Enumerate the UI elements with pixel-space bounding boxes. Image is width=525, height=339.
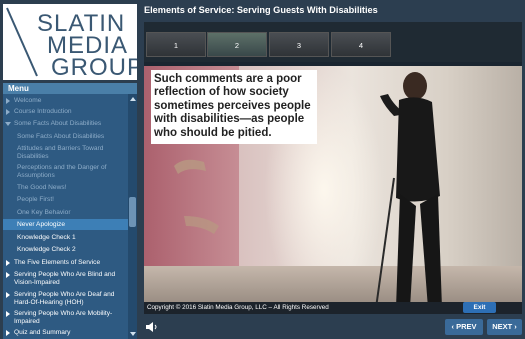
- menu-item-some-facts-section[interactable]: Some Facts About Disabilities: [3, 120, 128, 128]
- menu-item-welcome[interactable]: Welcome: [3, 97, 128, 105]
- menu-item-mobility-impaired[interactable]: Serving People Who Are Mobility-Impaired: [3, 310, 128, 325]
- slatin-media-group-logo: SLATIN MEDIA GROUP: [3, 4, 137, 80]
- copyright-text: Copyright © 2016 Slatin Media Group, LLC…: [147, 304, 329, 311]
- triangle-right-icon: [6, 260, 10, 266]
- menu-item-one-key-behavior[interactable]: One Key Behavior: [3, 209, 128, 217]
- exit-button[interactable]: Exit: [463, 302, 496, 313]
- triangle-right-icon: [6, 98, 10, 104]
- triangle-right-icon: [6, 311, 10, 317]
- header-bar: Elements of Service: Serving Guests With…: [140, 0, 525, 22]
- menu-item-never-apologize[interactable]: Never Apologize: [3, 219, 128, 230]
- slide-tabs: 1 2 3 4: [144, 22, 522, 62]
- menu-item-deaf-hoh[interactable]: Serving People Who Are Deaf and Hard-Of-…: [3, 291, 128, 306]
- menu-tab[interactable]: Menu: [3, 83, 137, 94]
- triangle-right-icon: [6, 330, 10, 336]
- slide-stage: 1 2 3 4 Such comments are a poor reflect…: [144, 22, 522, 314]
- menu-item-knowledge-check-1[interactable]: Knowledge Check 1: [3, 234, 128, 242]
- logo-text-line3: GROUP: [51, 54, 137, 80]
- menu-item-knowledge-check-2[interactable]: Knowledge Check 2: [3, 246, 128, 254]
- scroll-up-icon[interactable]: [130, 97, 136, 101]
- triangle-right-icon: [6, 109, 10, 115]
- triangle-down-icon: [5, 122, 11, 126]
- menu-item-perceptions[interactable]: Perceptions and the Danger of Assumption…: [3, 164, 128, 179]
- left-panel: SLATIN MEDIA GROUP Menu Welcome Course I…: [0, 0, 140, 339]
- menu-item-good-news[interactable]: The Good News!: [3, 184, 128, 192]
- next-button[interactable]: NEXT ›: [487, 319, 522, 335]
- tab-2[interactable]: 2: [207, 32, 267, 57]
- tab-3[interactable]: 3: [269, 32, 329, 57]
- menu-item-blind-vision-impaired[interactable]: Serving People Who Are Blind and Vision-…: [3, 271, 128, 286]
- bottom-nav-bar: ‹ PREV NEXT ›: [140, 314, 525, 339]
- slide-scene-image: Such comments are a poor reflection of h…: [144, 66, 522, 314]
- scroll-down-icon[interactable]: [130, 332, 136, 336]
- scrollbar-thumb[interactable]: [129, 197, 136, 227]
- tab-4[interactable]: 4: [331, 32, 391, 57]
- menu-item-course-introduction[interactable]: Course Introduction: [3, 108, 128, 116]
- triangle-right-icon: [6, 292, 10, 298]
- triangle-right-icon: [6, 272, 10, 278]
- menu-item-quiz-summary[interactable]: Quiz and Summary: [3, 329, 128, 337]
- course-title: Elements of Service: Serving Guests With…: [144, 5, 378, 15]
- tab-1[interactable]: 1: [146, 32, 206, 57]
- menu-item-people-first[interactable]: People First!: [3, 196, 128, 204]
- prev-button[interactable]: ‹ PREV: [445, 319, 483, 335]
- menu-scrollbar[interactable]: [128, 94, 137, 339]
- menu-item-five-elements[interactable]: The Five Elements of Service: [3, 259, 128, 267]
- menu-list: Welcome Course Introduction Some Facts A…: [3, 94, 137, 339]
- menu-item-some-facts[interactable]: Some Facts About Disabilities: [3, 133, 128, 141]
- slide-caption: Such comments are a poor reflection of h…: [151, 70, 317, 145]
- speaker-icon[interactable]: [146, 322, 158, 332]
- menu-item-attitudes-barriers[interactable]: Attitudes and Barriers Toward Disabiliti…: [3, 145, 128, 160]
